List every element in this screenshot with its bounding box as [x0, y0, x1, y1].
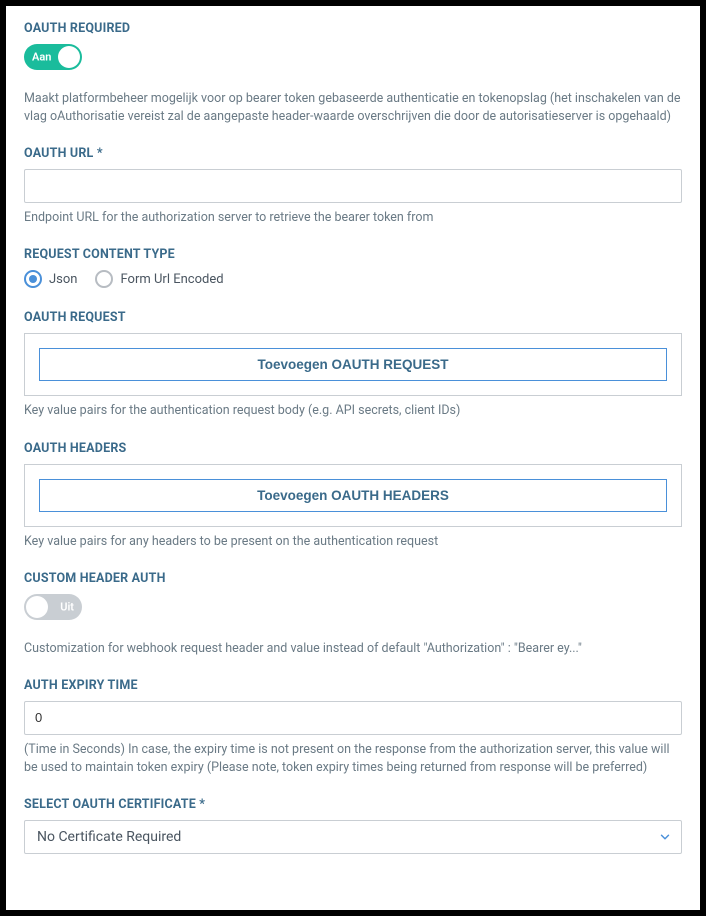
oauth-request-help: Key value pairs for the authentication r… — [24, 402, 682, 420]
radio-form-circle — [95, 270, 113, 288]
auth-expiry-time-section: AUTH EXPIRY TIME (Time in Seconds) In ca… — [24, 678, 682, 777]
select-oauth-certificate-section: SELECT OAUTH CERTIFICATE * No Certificat… — [24, 797, 682, 854]
custom-header-auth-help: Customization for webhook request header… — [24, 640, 682, 658]
oauth-required-section: OAUTH REQUIRED Aan Maakt platformbeheer … — [24, 21, 682, 126]
add-oauth-headers-button[interactable]: Toevoegen OAUTH HEADERS — [39, 479, 667, 512]
oauth-required-help: Maakt platformbeheer mogelijk voor op be… — [24, 90, 682, 126]
request-content-type-label: REQUEST CONTENT TYPE — [24, 247, 682, 262]
toggle-on-text: Aan — [32, 51, 51, 64]
custom-header-auth-toggle[interactable]: Uit — [24, 594, 82, 620]
oauth-url-label: OAUTH URL * — [24, 146, 682, 161]
radio-json[interactable]: Json — [24, 270, 77, 288]
auth-expiry-time-input[interactable] — [24, 701, 682, 735]
oauth-certificate-selected: No Certificate Required — [24, 820, 682, 854]
radio-json-circle — [24, 270, 42, 288]
radio-json-text: Json — [49, 272, 77, 287]
custom-header-auth-section: CUSTOM HEADER AUTH Uit Customization for… — [24, 571, 682, 658]
radio-form-url-encoded[interactable]: Form Url Encoded — [95, 270, 223, 288]
oauth-certificate-select[interactable]: No Certificate Required — [24, 820, 682, 854]
oauth-required-toggle[interactable]: Aan — [24, 44, 82, 70]
toggle-knob — [58, 46, 80, 68]
select-oauth-certificate-label: SELECT OAUTH CERTIFICATE * — [24, 797, 682, 812]
custom-header-auth-label: CUSTOM HEADER AUTH — [24, 571, 682, 586]
oauth-headers-help: Key value pairs for any headers to be pr… — [24, 533, 682, 551]
auth-expiry-time-help: (Time in Seconds) In case, the expiry ti… — [24, 741, 682, 777]
oauth-headers-label: OAUTH HEADERS — [24, 441, 682, 456]
oauth-required-label: OAUTH REQUIRED — [24, 21, 682, 36]
oauth-headers-panel: Toevoegen OAUTH HEADERS — [24, 464, 682, 527]
oauth-request-panel: Toevoegen OAUTH REQUEST — [24, 333, 682, 396]
add-oauth-request-button[interactable]: Toevoegen OAUTH REQUEST — [39, 348, 667, 381]
oauth-url-section: OAUTH URL * Endpoint URL for the authori… — [24, 146, 682, 227]
oauth-url-help: Endpoint URL for the authorization serve… — [24, 209, 682, 227]
oauth-request-section: OAUTH REQUEST Toevoegen OAUTH REQUEST Ke… — [24, 310, 682, 420]
radio-form-text: Form Url Encoded — [120, 272, 223, 287]
toggle-knob — [26, 596, 48, 618]
oauth-url-input[interactable] — [24, 169, 682, 203]
oauth-request-label: OAUTH REQUEST — [24, 310, 682, 325]
auth-expiry-time-label: AUTH EXPIRY TIME — [24, 678, 682, 693]
content-type-radio-group: Json Form Url Encoded — [24, 270, 682, 288]
request-content-type-section: REQUEST CONTENT TYPE Json Form Url Encod… — [24, 247, 682, 288]
oauth-config-form: OAUTH REQUIRED Aan Maakt platformbeheer … — [6, 6, 700, 910]
oauth-headers-section: OAUTH HEADERS Toevoegen OAUTH HEADERS Ke… — [24, 441, 682, 551]
toggle-off-text: Uit — [60, 600, 74, 613]
